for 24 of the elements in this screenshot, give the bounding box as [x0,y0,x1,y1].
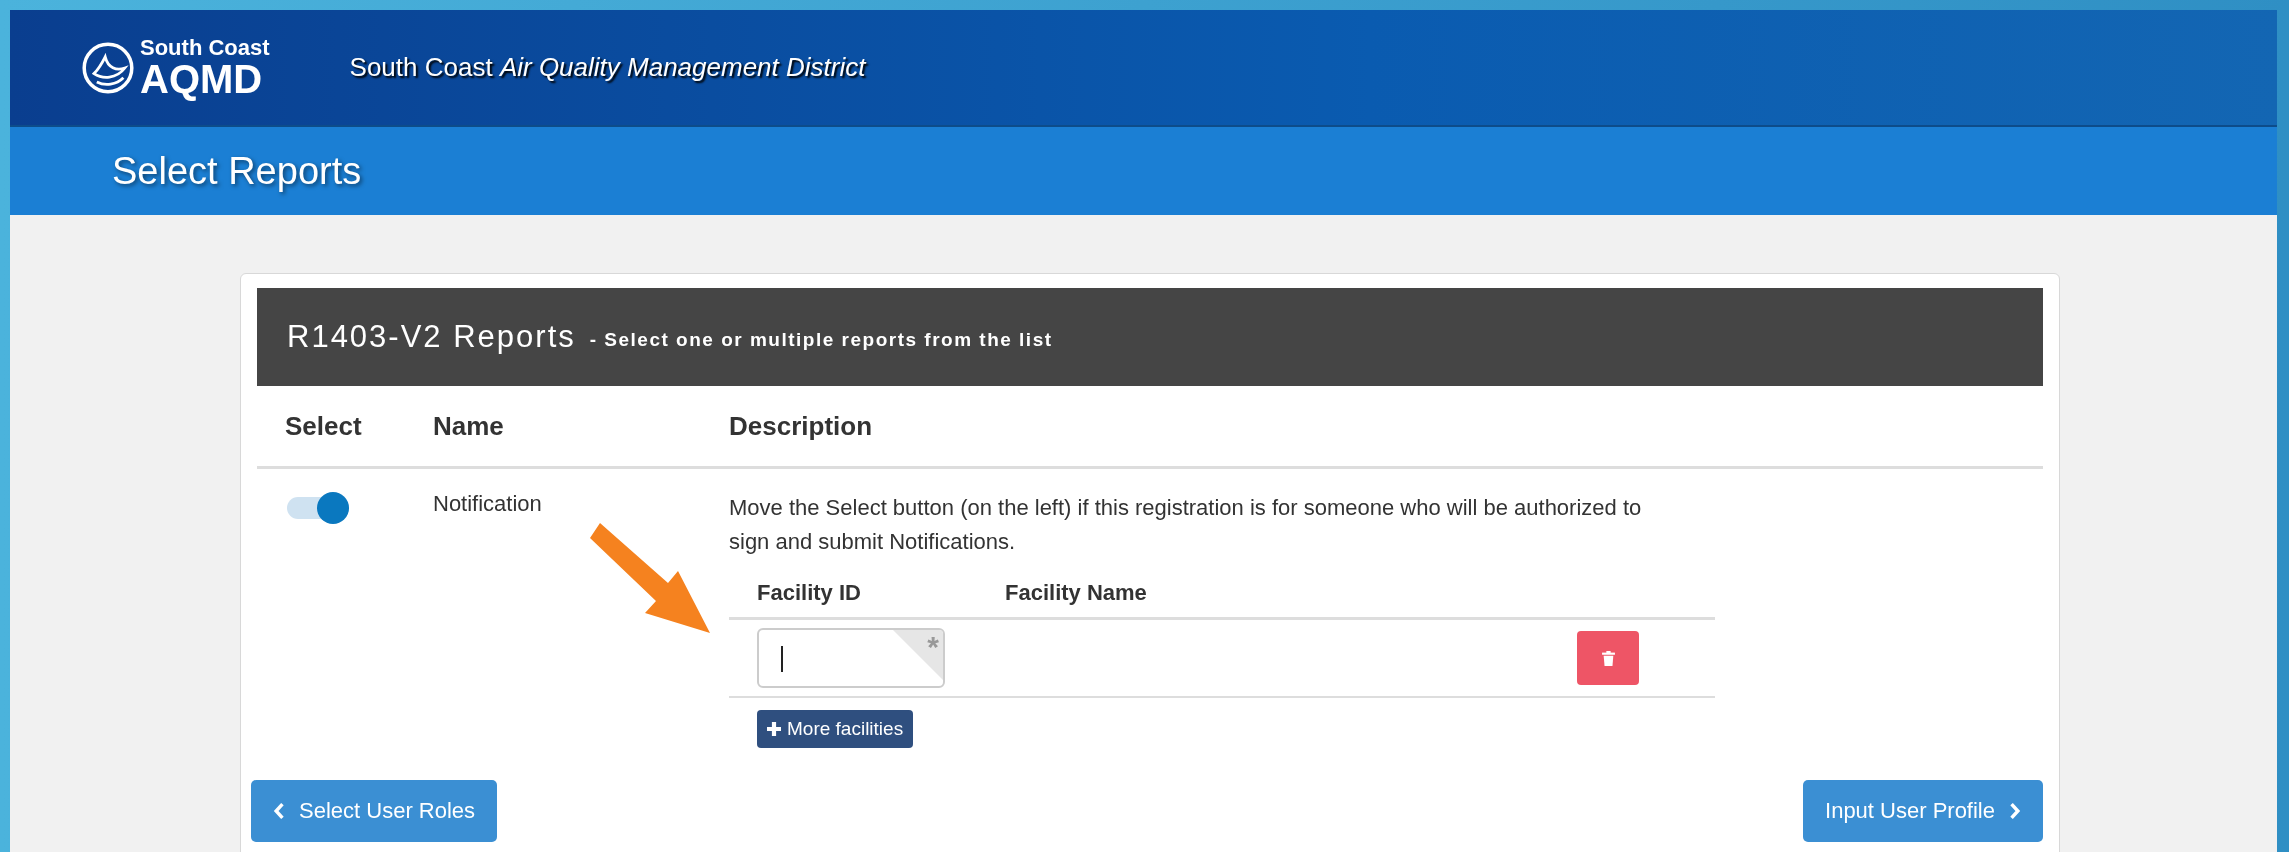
back-button[interactable]: Select User Roles [251,780,498,842]
column-header: Select [284,410,363,442]
site-title: South Coast Air Quality Management District [349,52,866,83]
select-toggle[interactable] [285,491,351,523]
column-header: Name [433,410,505,442]
page-title: Select Reports [112,149,362,193]
column-header: Facility ID [757,580,862,606]
chevron-left-icon [273,803,285,819]
report-name: Notification [433,491,542,516]
next-button[interactable]: Input User Profile [1803,780,2043,842]
column-header: Facility Name [1005,580,1147,606]
report-description: Move the Select button (on the left) if this registration is for someone who will be authorized to sign and submit Notifications. [729,494,1643,556]
logo-subtitle: South Coast [140,36,270,59]
trash-icon [1601,650,1615,666]
delete-button[interactable] [1577,631,1639,685]
required-mark: * [927,630,939,664]
column-header: Description [729,410,874,442]
plus-icon [767,722,781,736]
panel-title: R1403-V2 Reports [287,319,576,355]
chevron-right-icon [2009,803,2021,819]
panel-subtitle: - Select one or multiple reports from the list [589,329,1053,351]
logo-wordmark: AQMD [140,58,264,99]
more-facilities-button[interactable]: More facilities [757,710,914,748]
bird-logo-icon [80,39,136,96]
